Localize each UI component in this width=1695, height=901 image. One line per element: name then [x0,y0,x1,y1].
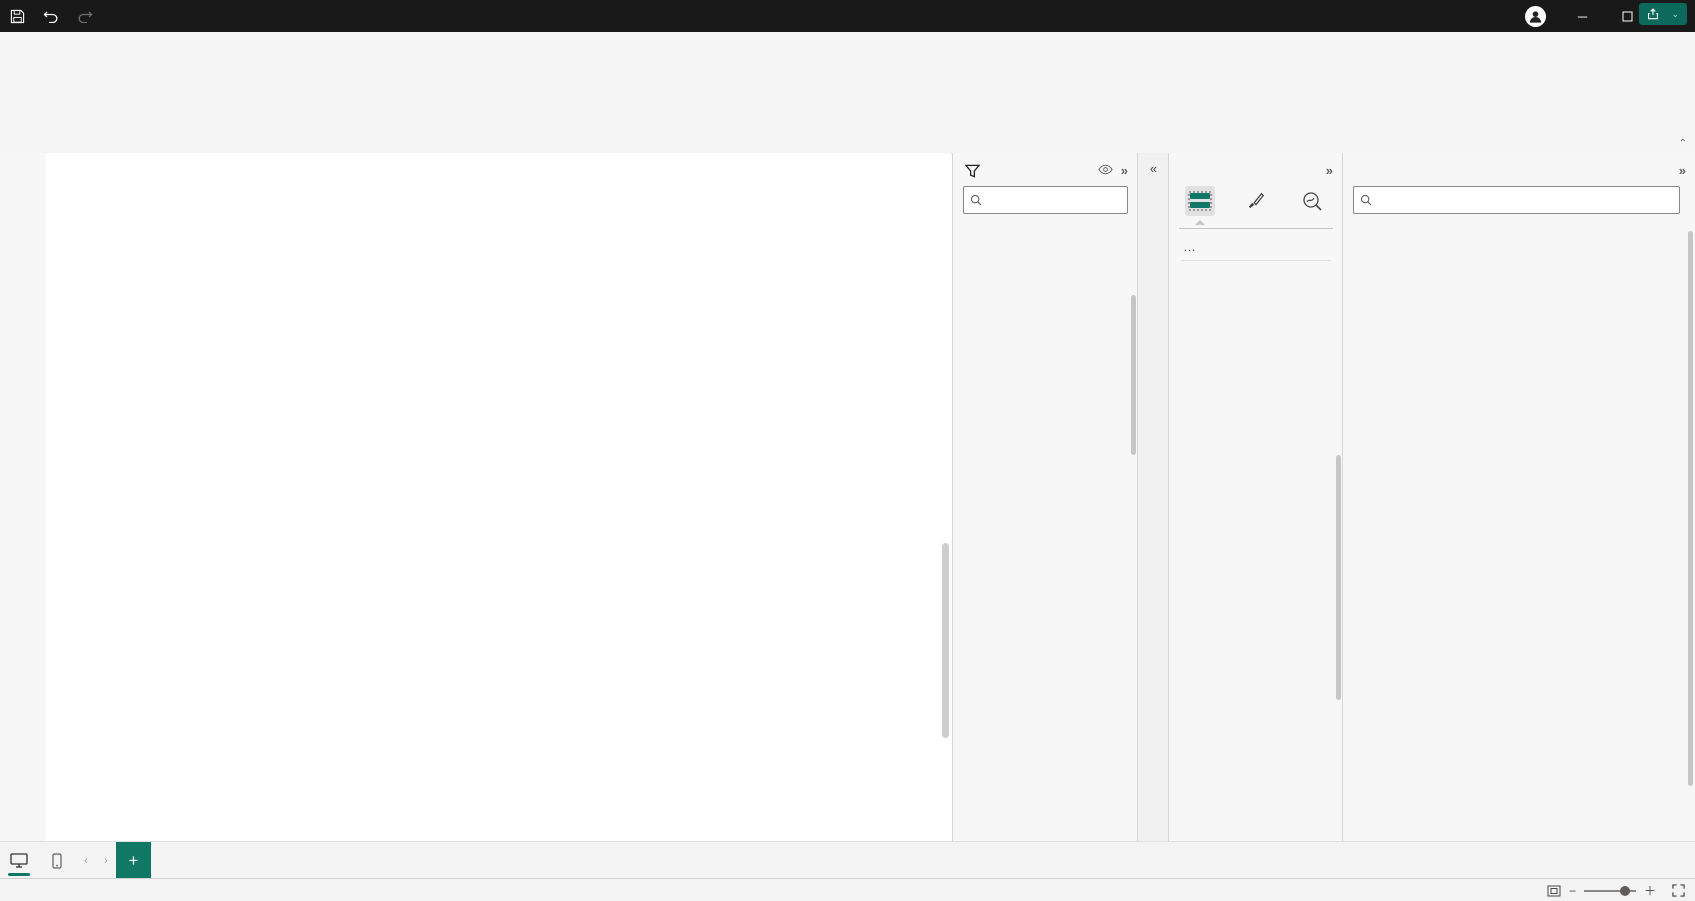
analytics-icon [1303,192,1322,211]
zoom-out-icon[interactable]: − [1569,884,1576,898]
zoom-in-icon[interactable]: ＋ [1644,882,1656,899]
search-icon [1360,194,1372,206]
zoom-slider-thumb[interactable] [1619,885,1630,896]
save-icon[interactable] [0,0,34,32]
line-chart-visual[interactable] [96,153,716,378]
visualizations-pane: » … [1168,153,1343,841]
tab-format-visual[interactable] [1241,186,1271,216]
format-brush-icon [1248,192,1265,209]
title-bar: ─ ✕ [0,0,1695,32]
new-page-button[interactable]: + [116,842,151,879]
small-multiples-visual[interactable] [78,370,690,815]
share-icon [1648,8,1659,20]
filter-icon [965,164,980,178]
filter-pane-scrollbar[interactable] [1131,295,1136,455]
next-page-arrow[interactable]: › [96,842,116,879]
desktop-layout-icon[interactable] [0,842,38,879]
ribbon-tab-bar [0,32,1695,60]
collapse-pane-icon[interactable]: » [1679,163,1686,178]
data-search-input[interactable] [1353,186,1680,214]
share-button[interactable]: ⌄ [1639,3,1687,25]
minimize-button[interactable]: ─ [1560,0,1605,32]
data-pane: » [1342,153,1695,841]
powerbi-desktop-window: ─ ✕ ⌄ ⌃ » [0,0,1695,901]
page-tab-bar: ‹ › + [0,841,1695,879]
fullscreen-icon[interactable] [1672,884,1685,897]
redo-icon[interactable] [68,0,102,32]
quick-measure-strip[interactable]: « [1137,153,1169,841]
data-pane-scrollbar[interactable] [1688,231,1693,786]
filter-pane: » [952,153,1138,841]
zoom-slider[interactable] [1583,885,1636,896]
field-wells [1181,260,1331,263]
expand-strip-icon[interactable]: « [1138,153,1169,176]
canvas-scrollbar[interactable] [942,543,949,738]
eye-icon[interactable] [1098,163,1113,178]
visual-gallery [1179,228,1333,237]
collapse-pane-icon[interactable]: » [1121,163,1128,178]
collapse-pane-icon[interactable]: » [1326,163,1333,178]
ribbon: ⌃ [0,60,1695,154]
viz-pane-scrollbar[interactable] [1336,455,1341,700]
status-bar: − ＋ [0,878,1695,901]
tab-build-visual[interactable] [1185,186,1215,225]
small-multiples-icon [1188,191,1212,211]
mobile-layout-icon[interactable] [38,842,76,879]
tab-analytics[interactable] [1297,186,1327,216]
fit-page-icon[interactable] [1547,885,1561,897]
more-visuals-ellipsis[interactable]: … [1183,239,1343,254]
account-avatar[interactable] [1525,5,1546,27]
collapse-ribbon-icon[interactable]: ⌃ [1679,138,1687,149]
filter-search-input[interactable] [963,186,1128,214]
search-icon [970,194,982,206]
report-canvas[interactable] [46,153,951,841]
undo-icon[interactable] [34,0,68,32]
prev-page-arrow[interactable]: ‹ [76,842,96,879]
view-switcher-rail [0,153,47,841]
